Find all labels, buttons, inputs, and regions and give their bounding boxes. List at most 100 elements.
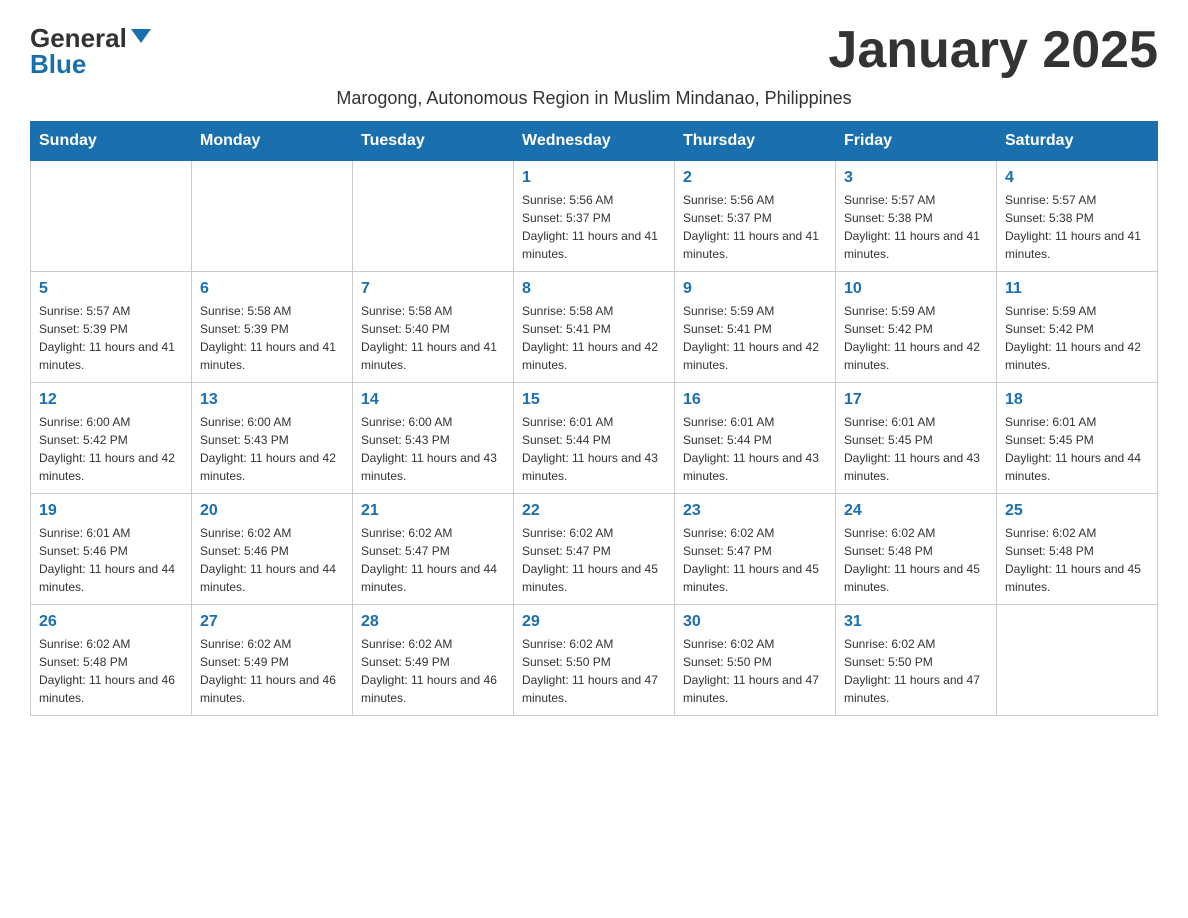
logo-general-text: General <box>30 25 127 51</box>
calendar-day-cell: 6 Sunrise: 5:58 AMSunset: 5:39 PMDaylight… <box>192 272 353 383</box>
day-number: 18 <box>1005 391 1149 409</box>
calendar-day-cell: 23 Sunrise: 6:02 AMSunset: 5:47 PMDayligh… <box>675 494 836 605</box>
calendar-day-cell: 11 Sunrise: 5:59 AMSunset: 5:42 PMDayligh… <box>997 272 1158 383</box>
day-number: 6 <box>200 280 344 298</box>
day-of-week-header: Saturday <box>997 122 1158 161</box>
calendar-day-cell: 25 Sunrise: 6:02 AMSunset: 5:48 PMDayligh… <box>997 494 1158 605</box>
calendar-day-cell: 26Sunrise: 6:02 AMSunset: 5:48 PMDayligh… <box>31 605 192 716</box>
calendar-day-cell: 20 Sunrise: 6:02 AMSunset: 5:46 PMDayligh… <box>192 494 353 605</box>
calendar-day-cell: 14Sunrise: 6:00 AMSunset: 5:43 PMDayligh… <box>353 383 514 494</box>
day-info: Sunrise: 5:58 AMSunset: 5:41 PMDaylight:… <box>522 302 666 374</box>
day-info: Sunrise: 6:02 AMSunset: 5:50 PMDaylight:… <box>844 635 988 707</box>
day-info: Sunrise: 6:02 AMSunset: 5:47 PMDaylight:… <box>361 524 505 596</box>
calendar-day-cell: 4 Sunrise: 5:57 AMSunset: 5:38 PMDaylight… <box>997 161 1158 272</box>
logo: General Blue <box>30 20 151 77</box>
day-of-week-header: Wednesday <box>514 122 675 161</box>
calendar-day-cell: 10Sunrise: 5:59 AMSunset: 5:42 PMDayligh… <box>836 272 997 383</box>
day-number: 19 <box>39 502 183 520</box>
calendar-week-row: 26Sunrise: 6:02 AMSunset: 5:48 PMDayligh… <box>31 605 1158 716</box>
calendar-header-row: SundayMondayTuesdayWednesdayThursdayFrid… <box>31 122 1158 161</box>
logo-blue-text: Blue <box>30 51 86 77</box>
calendar-table: SundayMondayTuesdayWednesdayThursdayFrid… <box>30 121 1158 716</box>
calendar-day-cell: 19 Sunrise: 6:01 AMSunset: 5:46 PMDayligh… <box>31 494 192 605</box>
calendar-day-cell: 17 Sunrise: 6:01 AMSunset: 5:45 PMDayligh… <box>836 383 997 494</box>
day-number: 10 <box>844 280 988 298</box>
day-number: 27 <box>200 613 344 631</box>
calendar-day-cell: 21 Sunrise: 6:02 AMSunset: 5:47 PMDayligh… <box>353 494 514 605</box>
logo-arrow-icon <box>131 29 151 43</box>
calendar-day-cell: 18 Sunrise: 6:01 AMSunset: 5:45 PMDayligh… <box>997 383 1158 494</box>
day-number: 3 <box>844 169 988 187</box>
day-number: 17 <box>844 391 988 409</box>
calendar-day-cell: 31 Sunrise: 6:02 AMSunset: 5:50 PMDayligh… <box>836 605 997 716</box>
calendar-day-cell: 8 Sunrise: 5:58 AMSunset: 5:41 PMDaylight… <box>514 272 675 383</box>
day-number: 23 <box>683 502 827 520</box>
day-of-week-header: Thursday <box>675 122 836 161</box>
day-info: Sunrise: 6:02 AMSunset: 5:49 PMDaylight:… <box>200 635 344 707</box>
day-number: 2 <box>683 169 827 187</box>
day-info: Sunrise: 5:57 AMSunset: 5:38 PMDaylight:… <box>1005 191 1149 263</box>
day-info: Sunrise: 6:01 AMSunset: 5:44 PMDaylight:… <box>683 413 827 485</box>
day-info: Sunrise: 5:56 AMSunset: 5:37 PMDaylight:… <box>522 191 666 263</box>
day-info: Sunrise: 6:02 AMSunset: 5:47 PMDaylight:… <box>522 524 666 596</box>
day-info: Sunrise: 6:01 AMSunset: 5:44 PMDaylight:… <box>522 413 666 485</box>
calendar-week-row: 5 Sunrise: 5:57 AMSunset: 5:39 PMDaylight… <box>31 272 1158 383</box>
day-info: Sunrise: 5:56 AMSunset: 5:37 PMDaylight:… <box>683 191 827 263</box>
calendar-day-cell: 13Sunrise: 6:00 AMSunset: 5:43 PMDayligh… <box>192 383 353 494</box>
subtitle: Marogong, Autonomous Region in Muslim Mi… <box>30 88 1158 109</box>
day-info: Sunrise: 6:00 AMSunset: 5:43 PMDaylight:… <box>361 413 505 485</box>
day-of-week-header: Sunday <box>31 122 192 161</box>
calendar-day-cell: 24Sunrise: 6:02 AMSunset: 5:48 PMDayligh… <box>836 494 997 605</box>
calendar-day-cell: 2 Sunrise: 5:56 AMSunset: 5:37 PMDaylight… <box>675 161 836 272</box>
day-info: Sunrise: 6:02 AMSunset: 5:46 PMDaylight:… <box>200 524 344 596</box>
day-info: Sunrise: 6:02 AMSunset: 5:47 PMDaylight:… <box>683 524 827 596</box>
day-number: 29 <box>522 613 666 631</box>
month-title: January 2025 <box>828 20 1158 80</box>
day-number: 9 <box>683 280 827 298</box>
day-info: Sunrise: 6:01 AMSunset: 5:46 PMDaylight:… <box>39 524 183 596</box>
day-info: Sunrise: 6:01 AMSunset: 5:45 PMDaylight:… <box>844 413 988 485</box>
calendar-day-cell: 28 Sunrise: 6:02 AMSunset: 5:49 PMDayligh… <box>353 605 514 716</box>
day-number: 25 <box>1005 502 1149 520</box>
day-number: 11 <box>1005 280 1149 298</box>
day-info: Sunrise: 6:00 AMSunset: 5:42 PMDaylight:… <box>39 413 183 485</box>
calendar-day-cell: 27 Sunrise: 6:02 AMSunset: 5:49 PMDayligh… <box>192 605 353 716</box>
calendar-day-cell <box>353 161 514 272</box>
day-of-week-header: Friday <box>836 122 997 161</box>
day-number: 20 <box>200 502 344 520</box>
calendar-day-cell: 16 Sunrise: 6:01 AMSunset: 5:44 PMDayligh… <box>675 383 836 494</box>
day-info: Sunrise: 5:59 AMSunset: 5:41 PMDaylight:… <box>683 302 827 374</box>
day-number: 28 <box>361 613 505 631</box>
day-info: Sunrise: 6:02 AMSunset: 5:48 PMDaylight:… <box>39 635 183 707</box>
day-info: Sunrise: 5:58 AMSunset: 5:39 PMDaylight:… <box>200 302 344 374</box>
day-info: Sunrise: 6:02 AMSunset: 5:49 PMDaylight:… <box>361 635 505 707</box>
calendar-day-cell: 30 Sunrise: 6:02 AMSunset: 5:50 PMDayligh… <box>675 605 836 716</box>
day-number: 31 <box>844 613 988 631</box>
page-header: General Blue January 2025 <box>30 20 1158 80</box>
day-number: 16 <box>683 391 827 409</box>
day-info: Sunrise: 6:02 AMSunset: 5:50 PMDaylight:… <box>683 635 827 707</box>
day-number: 8 <box>522 280 666 298</box>
calendar-day-cell: 9 Sunrise: 5:59 AMSunset: 5:41 PMDaylight… <box>675 272 836 383</box>
calendar-day-cell: 7Sunrise: 5:58 AMSunset: 5:40 PMDaylight… <box>353 272 514 383</box>
calendar-day-cell: 5 Sunrise: 5:57 AMSunset: 5:39 PMDaylight… <box>31 272 192 383</box>
calendar-day-cell: 1Sunrise: 5:56 AMSunset: 5:37 PMDaylight… <box>514 161 675 272</box>
day-info: Sunrise: 5:58 AMSunset: 5:40 PMDaylight:… <box>361 302 505 374</box>
calendar-day-cell <box>31 161 192 272</box>
day-info: Sunrise: 5:57 AMSunset: 5:39 PMDaylight:… <box>39 302 183 374</box>
day-info: Sunrise: 6:02 AMSunset: 5:48 PMDaylight:… <box>1005 524 1149 596</box>
day-number: 5 <box>39 280 183 298</box>
day-number: 4 <box>1005 169 1149 187</box>
calendar-week-row: 12 Sunrise: 6:00 AMSunset: 5:42 PMDayligh… <box>31 383 1158 494</box>
day-info: Sunrise: 5:59 AMSunset: 5:42 PMDaylight:… <box>1005 302 1149 374</box>
calendar-day-cell: 12 Sunrise: 6:00 AMSunset: 5:42 PMDayligh… <box>31 383 192 494</box>
day-number: 12 <box>39 391 183 409</box>
calendar-day-cell: 3Sunrise: 5:57 AMSunset: 5:38 PMDaylight… <box>836 161 997 272</box>
day-number: 30 <box>683 613 827 631</box>
calendar-day-cell <box>997 605 1158 716</box>
calendar-day-cell: 15Sunrise: 6:01 AMSunset: 5:44 PMDayligh… <box>514 383 675 494</box>
calendar-week-row: 19 Sunrise: 6:01 AMSunset: 5:46 PMDayligh… <box>31 494 1158 605</box>
day-number: 21 <box>361 502 505 520</box>
day-of-week-header: Monday <box>192 122 353 161</box>
day-info: Sunrise: 6:01 AMSunset: 5:45 PMDaylight:… <box>1005 413 1149 485</box>
